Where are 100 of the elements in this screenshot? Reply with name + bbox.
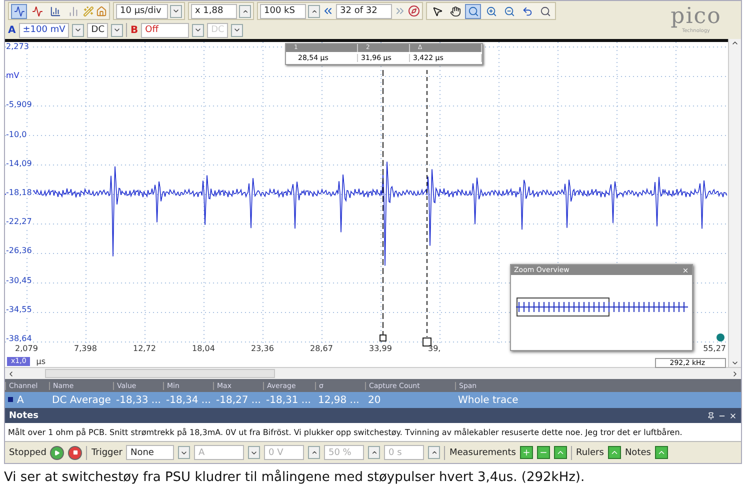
table-cell-text: -18,33 ... — [115, 394, 162, 406]
coupling-field[interactable]: DC — [87, 22, 108, 38]
mode-button[interactable] — [11, 4, 27, 18]
axis-label: -30,45 — [6, 276, 33, 286]
axis-label: -22,27 — [6, 217, 33, 228]
axis-label: -5,909 — [6, 100, 33, 110]
axis-label: 28,67 — [310, 344, 333, 353]
home-icon[interactable] — [96, 6, 107, 16]
scrollbar[interactable] — [728, 39, 741, 367]
remove-button[interactable] — [536, 446, 550, 459]
rewind-icon[interactable] — [322, 5, 334, 17]
timebase-field[interactable]: 10 µs/div — [116, 4, 168, 18]
dropdown-button[interactable] — [178, 446, 190, 459]
axis-label: 2,079 — [15, 344, 38, 353]
scrollbar[interactable] — [5, 367, 741, 379]
spin-button[interactable] — [308, 4, 320, 18]
axis-label: -14,09 — [6, 158, 33, 169]
caret-icon — [7, 370, 15, 378]
table-cell-text: -18,34 ... — [165, 394, 212, 406]
zoom-out-icon — [504, 6, 514, 16]
table-cell-text: DC Average — [51, 394, 112, 406]
ruler-line[interactable] — [422, 70, 432, 347]
caret-icon — [430, 449, 438, 456]
caret-icon — [731, 39, 739, 47]
axis-label: 12,72 — [133, 344, 156, 353]
axis-label: 33,99 — [369, 344, 392, 353]
bar-chart-icon — [50, 6, 60, 16]
samples-field[interactable]: 100 kS — [260, 4, 306, 18]
trigger-mode-field[interactable]: None — [126, 445, 174, 460]
axis-label: 23,36 — [251, 344, 274, 353]
axis-label: -34,55 — [6, 304, 33, 315]
spin-button[interactable] — [428, 446, 440, 459]
caption-text: Vi ser at switchestøy fra PSU kludrer til målingene med støypulser hvert 3,4us. (292kHz). — [4, 470, 586, 485]
spin-button[interactable] — [239, 4, 251, 18]
table-cell-text: -18,27 ... — [215, 394, 262, 406]
table-cell: A — [5, 394, 49, 406]
pin-icon[interactable] — [707, 412, 715, 420]
table-cell-text: -18,31 ... — [265, 394, 312, 406]
caret-icon — [610, 448, 619, 457]
dropdown-button[interactable] — [192, 24, 204, 36]
caret-icon — [310, 8, 318, 14]
stop-icon — [72, 450, 78, 455]
range-field[interactable]: Off — [141, 22, 190, 38]
compass-icon[interactable] — [408, 5, 420, 17]
expand-button[interactable] — [654, 446, 668, 459]
expand-button[interactable] — [608, 446, 621, 459]
axis-label: 2,273 — [6, 42, 30, 52]
caret-icon — [74, 26, 82, 34]
axis-label: 55,27 — [703, 344, 726, 353]
ruler-line[interactable] — [379, 70, 387, 342]
bar-chart-icon — [68, 6, 78, 16]
waveform-icon — [14, 6, 24, 16]
zoom-fit-icon — [540, 6, 550, 16]
axis-label: 39, — [428, 344, 441, 353]
caret-icon — [556, 448, 565, 457]
plus-icon — [522, 448, 531, 457]
table-cell-text: Whole trace — [457, 394, 520, 406]
channel-label: A — [8, 24, 16, 36]
caret-icon — [370, 449, 378, 456]
measurements-label: Measurements — [449, 448, 516, 458]
caret-icon — [172, 7, 180, 15]
dropdown-button[interactable] — [231, 24, 244, 36]
spin-button[interactable] — [368, 446, 380, 459]
notes-label: Notes — [624, 448, 651, 458]
rulers-label: Rulers — [576, 448, 604, 458]
capture-field[interactable]: 32 of 32 — [336, 4, 392, 18]
dropdown-button[interactable] — [72, 24, 84, 36]
add-button[interactable] — [520, 446, 533, 459]
axis-label: -38,64 — [6, 334, 33, 344]
caret-icon — [233, 26, 242, 34]
spin-button[interactable] — [308, 446, 320, 459]
axis-label: -18,18 — [6, 188, 33, 198]
dropdown-button[interactable] — [111, 24, 124, 36]
pointer-icon — [432, 6, 442, 16]
trigger-label: Trigger — [91, 448, 122, 458]
undo-icon — [522, 6, 532, 16]
caret-icon — [242, 8, 248, 14]
close-icon[interactable] — [682, 266, 689, 274]
marker-icon[interactable] — [716, 333, 725, 342]
dropdown-button[interactable] — [170, 4, 182, 18]
play-icon — [54, 450, 60, 456]
axis-label: -10,0 — [6, 130, 28, 140]
caret-icon — [310, 449, 318, 456]
start-button[interactable] — [50, 446, 64, 460]
table-cell-text: 12,98 ... — [317, 394, 360, 406]
hand-icon — [450, 6, 460, 16]
stop-button[interactable] — [68, 446, 82, 460]
zoom-area-tool[interactable] — [465, 4, 481, 18]
axis-label: 7,398 — [74, 344, 97, 353]
expand-button[interactable] — [554, 446, 567, 459]
range-field[interactable]: ±100 mV — [18, 22, 70, 38]
close-icon[interactable] — [729, 412, 737, 420]
channel-label: B — [130, 24, 138, 36]
axis-label: 18,04 — [192, 344, 215, 353]
zoom-field[interactable]: x 1,88 — [191, 4, 237, 18]
caret-icon — [194, 26, 202, 34]
caret-icon — [113, 26, 122, 34]
axis-unit: µs — [36, 357, 46, 366]
dropdown-button[interactable] — [248, 446, 260, 459]
zoom-area-icon — [468, 6, 478, 16]
